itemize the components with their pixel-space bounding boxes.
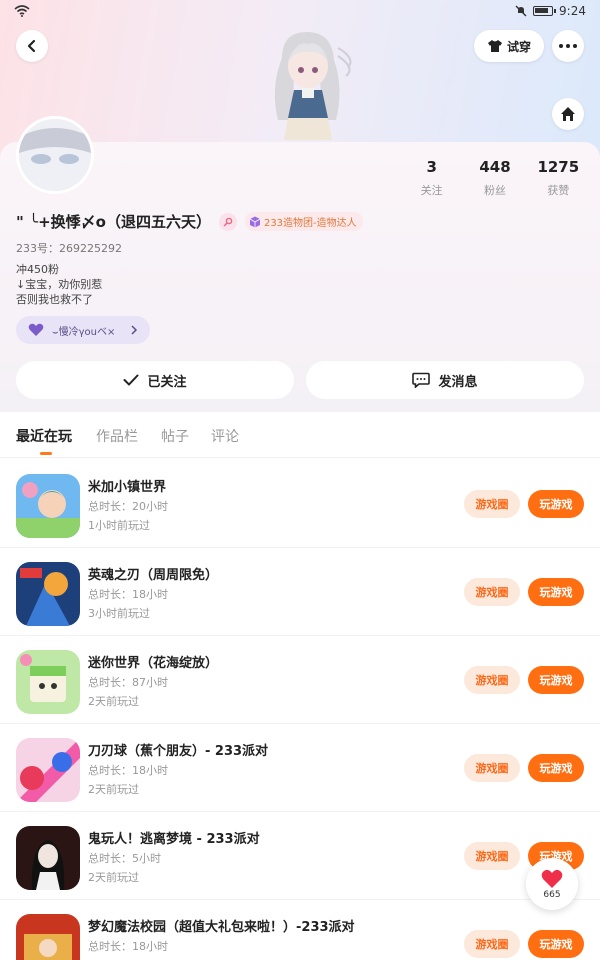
tab-recently-played[interactable]: 最近在玩: [16, 426, 72, 446]
game-last-played: 1小时前玩过: [88, 519, 150, 532]
more-dots-icon: [559, 44, 577, 48]
try-on-label: 试穿: [506, 39, 531, 54]
game-circle-button[interactable]: 游戏圈: [464, 842, 520, 870]
mute-bell-icon: [515, 5, 527, 17]
tab-posts[interactable]: 帖子: [161, 426, 189, 446]
bio-line: 冲450粉: [16, 263, 59, 276]
relation-pill-label: ⌣慢冷γouベ×: [52, 326, 116, 338]
stat-following[interactable]: 3 关注: [400, 158, 463, 198]
list-item[interactable]: 迷你世界（花海绽放） 总时长：87小时 2天前玩过 游戏圈 玩游戏: [0, 636, 600, 724]
home-button[interactable]: [552, 98, 584, 130]
heart-icon: [541, 869, 563, 888]
chevron-right-icon: [131, 325, 138, 335]
list-item[interactable]: 米加小镇世界 总时长：20小时 1小时前玩过 游戏圈 玩游戏: [0, 460, 600, 548]
game-name: 刀刃球（蕉个朋友）- 233派对: [88, 744, 269, 759]
more-button[interactable]: [552, 30, 584, 62]
profile-bio: 冲450粉 ↓宝宝，劝你别惹 否则我也救不了: [16, 262, 102, 307]
like-count: 665: [543, 889, 561, 900]
game-icon-blade-ball: [16, 738, 80, 802]
game-icon-ghost-player: [16, 826, 80, 890]
stat-value: 1275: [537, 158, 580, 176]
game-circle-button[interactable]: 游戏圈: [464, 754, 520, 782]
stat-fans[interactable]: 448 粉丝: [463, 158, 526, 198]
game-circle-button[interactable]: 游戏圈: [464, 490, 520, 518]
status-bar: 9:24: [0, 0, 600, 24]
followed-label: 已关注: [147, 374, 187, 390]
try-on-button[interactable]: 试穿: [474, 30, 544, 62]
game-last-played: 2天前玩过: [88, 695, 139, 708]
profile-stats: 3 关注 448 粉丝 1275 获赞: [400, 158, 590, 198]
play-game-button[interactable]: 玩游戏: [528, 930, 584, 958]
send-message-button[interactable]: 发消息: [306, 361, 584, 399]
game-icon-magic-school: [16, 914, 80, 960]
username: " ╰+换悸〆o（退四五六天）: [16, 213, 211, 231]
game-duration: 总时长：20小时: [88, 500, 168, 513]
home-icon: [561, 107, 575, 121]
user-id: 233号：269225292: [16, 242, 122, 255]
status-time: 9:24: [559, 4, 586, 18]
play-game-button[interactable]: 玩游戏: [528, 578, 584, 606]
badge-label: 233造物团-造物达人: [263, 218, 357, 229]
game-duration: 总时长：5小时: [88, 852, 161, 865]
creator-badge[interactable]: 233造物团-造物达人: [244, 212, 363, 231]
game-duration: 总时长：18小时: [88, 940, 168, 953]
followed-button[interactable]: 已关注: [16, 361, 294, 399]
game-duration: 总时长：18小时: [88, 588, 168, 601]
stat-label: 关注: [420, 184, 443, 197]
bio-line: 否则我也救不了: [16, 293, 93, 306]
list-item[interactable]: 鬼玩人！逃离梦境 - 233派对 总时长：5小时 2天前玩过 游戏圈 玩游戏: [0, 812, 600, 900]
play-game-button[interactable]: 玩游戏: [528, 490, 584, 518]
profile-tabs: 最近在玩 作品栏 帖子 评论: [0, 412, 600, 458]
list-item[interactable]: 刀刃球（蕉个朋友）- 233派对 总时长：18小时 2天前玩过 游戏圈 玩游戏: [0, 724, 600, 812]
game-circle-button[interactable]: 游戏圈: [464, 666, 520, 694]
game-circle-button[interactable]: 游戏圈: [464, 578, 520, 606]
chat-icon: [412, 372, 431, 388]
game-circle-button[interactable]: 游戏圈: [464, 930, 520, 958]
game-name: 迷你世界（花海绽放）: [88, 656, 219, 671]
avatar-character-image: [274, 32, 352, 140]
profile-tag-button[interactable]: [218, 212, 237, 231]
game-icon-miga: [16, 474, 80, 538]
game-icon-hero-blade: [16, 562, 80, 626]
list-item[interactable]: 梦幻魔法校园（超值大礼包来啦！）-233派对 总时长：18小时 游戏圈 玩游戏: [0, 900, 600, 960]
shirt-icon: [487, 40, 502, 52]
game-last-played: 2天前玩过: [88, 871, 139, 884]
game-last-played: 3小时前玩过: [88, 607, 150, 620]
relation-pill[interactable]: ⌣慢冷γouベ×: [16, 316, 150, 344]
back-arrow-icon: [27, 39, 36, 53]
list-item[interactable]: 英魂之刃（周周限免） 总时长：18小时 3小时前玩过 游戏圈 玩游戏: [0, 548, 600, 636]
back-button[interactable]: [16, 30, 48, 62]
stat-label: 获赞: [547, 184, 570, 197]
check-icon: [123, 374, 139, 386]
tab-comments[interactable]: 评论: [211, 426, 239, 446]
avatar[interactable]: [16, 116, 94, 194]
heart-icon: [28, 323, 44, 336]
battery-icon: [533, 6, 557, 16]
tab-works[interactable]: 作品栏: [96, 426, 138, 446]
game-icon-mini-world: [16, 650, 80, 714]
game-duration: 总时长：87小时: [88, 676, 168, 689]
key-icon: [223, 217, 233, 226]
game-duration: 总时长：18小时: [88, 764, 168, 777]
stat-label: 粉丝: [483, 184, 506, 197]
stat-likes[interactable]: 1275 获赞: [527, 158, 590, 198]
cube-icon: [249, 216, 261, 227]
play-game-button[interactable]: 玩游戏: [528, 666, 584, 694]
avatar-image: [19, 119, 91, 191]
bio-line: ↓宝宝，劝你别惹: [16, 278, 103, 291]
game-name: 英魂之刃（周周限免）: [88, 568, 219, 583]
game-name: 米加小镇世界: [88, 480, 167, 495]
active-tab-indicator: [40, 452, 52, 455]
play-game-button[interactable]: 玩游戏: [528, 754, 584, 782]
floating-like-button[interactable]: 665: [526, 858, 578, 910]
stat-value: 448: [479, 158, 511, 176]
wifi-icon: [14, 5, 30, 17]
stat-value: 3: [426, 158, 437, 176]
game-name: 鬼玩人！逃离梦境 - 233派对: [88, 832, 260, 847]
game-name: 梦幻魔法校园（超值大礼包来啦！）-233派对: [88, 920, 355, 935]
send-message-label: 发消息: [438, 374, 478, 390]
username-row: " ╰+换悸〆o（退四五六天） 233造物团-造物达人: [16, 211, 363, 232]
game-last-played: 2天前玩过: [88, 783, 139, 796]
